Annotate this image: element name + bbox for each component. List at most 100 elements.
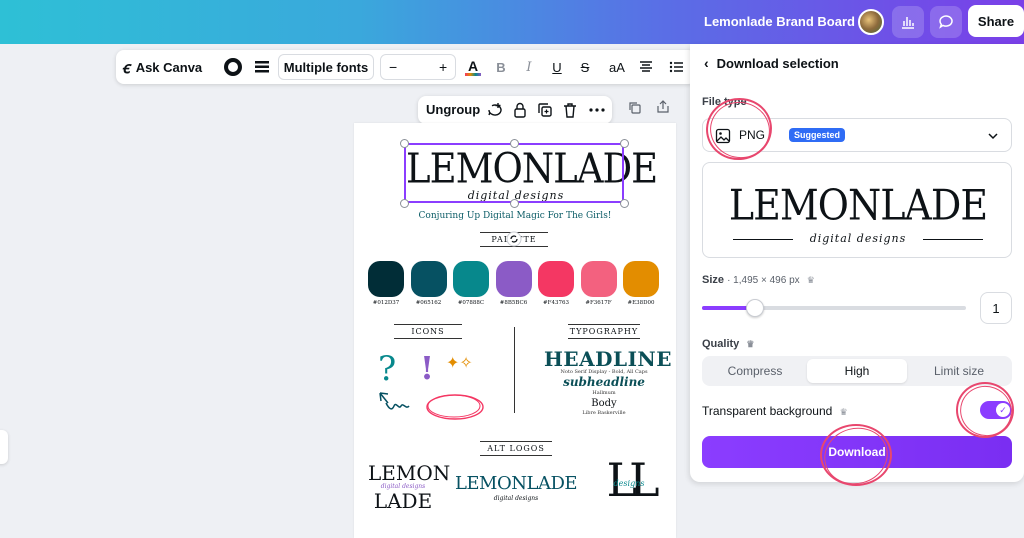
subheadline-font-name: Hallmum bbox=[592, 390, 616, 396]
resize-handle[interactable] bbox=[510, 199, 519, 208]
quality-compress[interactable]: Compress bbox=[705, 359, 805, 383]
alt-logo-lemon: LEMON bbox=[368, 461, 451, 485]
palette-hex: #07888C bbox=[457, 300, 485, 306]
size-label: Size bbox=[702, 274, 725, 286]
rotate-icon[interactable] bbox=[506, 231, 522, 247]
resize-handle[interactable] bbox=[400, 199, 409, 208]
crown-icon: ♛ bbox=[746, 339, 755, 349]
align-center-icon bbox=[640, 61, 652, 72]
ask-canva-button[interactable]: ꞓ Ask Canva bbox=[122, 50, 202, 84]
alt-logo-2-sub: digital designs bbox=[493, 495, 539, 502]
font-size-decrease[interactable]: − bbox=[389, 59, 397, 75]
typography-headline: HEADLINE bbox=[544, 347, 672, 371]
panel-back-button[interactable]: ‹ Download selection bbox=[704, 55, 839, 71]
circle-scribble-icon bbox=[426, 394, 484, 420]
alt-logo-3-sub: designs bbox=[613, 479, 645, 488]
palette-hex: #E38D00 bbox=[627, 300, 655, 306]
italic-button[interactable]: I bbox=[518, 50, 540, 84]
quality-high[interactable]: High bbox=[807, 359, 907, 383]
question-mark-icon: ? bbox=[378, 349, 397, 389]
align-button[interactable] bbox=[634, 50, 658, 84]
divider bbox=[514, 327, 515, 413]
size-input[interactable]: 1 bbox=[980, 292, 1012, 324]
font-family-dropdown[interactable]: Multiple fonts bbox=[278, 54, 374, 80]
palette-hex: #065162 bbox=[415, 300, 442, 306]
letter-case-button[interactable]: aA bbox=[604, 50, 630, 84]
download-preview: LEMONLADE digital designs bbox=[702, 162, 1012, 258]
preview-sub: digital designs bbox=[809, 232, 907, 245]
color-bar bbox=[465, 72, 481, 76]
insights-icon bbox=[902, 17, 914, 29]
list-button[interactable] bbox=[664, 50, 688, 84]
strikethrough-button[interactable]: S bbox=[574, 50, 596, 84]
insights-button[interactable] bbox=[892, 6, 924, 38]
chevron-left-icon: ‹ bbox=[704, 55, 709, 71]
text-color-button[interactable]: A bbox=[462, 50, 484, 84]
quality-label-row: Quality ♛ bbox=[702, 338, 754, 350]
typography-body: Body bbox=[591, 398, 617, 409]
font-size-stepper[interactable]: − + bbox=[380, 54, 456, 80]
exclamation-icon: ! bbox=[420, 349, 435, 387]
panel-title: Download selection bbox=[716, 55, 839, 71]
avatar[interactable] bbox=[858, 9, 884, 35]
transparent-row: Transparent background ♛ bbox=[702, 404, 848, 418]
ask-canva-label: Ask Canva bbox=[135, 59, 203, 75]
palette-swatch bbox=[368, 261, 404, 297]
comment-add-icon[interactable] bbox=[486, 101, 504, 119]
palette-hex: #012D37 bbox=[372, 300, 400, 306]
alt-logos-header: ALT LOGOS bbox=[480, 441, 552, 456]
comment-icon bbox=[939, 15, 953, 29]
typography-header: TYPOGRAPHY bbox=[568, 324, 640, 339]
sparkles-icon: ✦✧ bbox=[446, 355, 473, 372]
stroke-circle-icon bbox=[224, 58, 242, 76]
underline-button[interactable]: U bbox=[546, 50, 568, 84]
size-slider-thumb[interactable] bbox=[745, 299, 764, 317]
palette-swatch bbox=[623, 261, 659, 297]
comment-button[interactable] bbox=[930, 6, 962, 38]
palette-swatch bbox=[538, 261, 574, 297]
resize-handle[interactable] bbox=[400, 139, 409, 148]
resize-handle[interactable] bbox=[620, 199, 629, 208]
resize-handle[interactable] bbox=[510, 139, 519, 148]
element-toolbar: Ungroup bbox=[418, 96, 612, 124]
brand-tagline: Conjuring Up Digital Magic For The Girls… bbox=[418, 211, 612, 221]
text-color-stroke-button[interactable] bbox=[220, 50, 246, 84]
trash-icon[interactable] bbox=[561, 101, 579, 119]
design-page[interactable]: LEMONLADE digital designs Conjuring Up D… bbox=[354, 123, 676, 538]
crown-icon: ♛ bbox=[806, 275, 815, 285]
duplicate-icon[interactable] bbox=[536, 101, 554, 119]
text-toolbar: ꞓ Ask Canva Multiple fonts − + A B I U S… bbox=[116, 50, 696, 84]
palette-swatch bbox=[453, 261, 489, 297]
font-size-increase[interactable]: + bbox=[439, 59, 447, 75]
board-title[interactable]: Lemonlade Brand Board bbox=[704, 14, 855, 29]
lock-icon[interactable] bbox=[511, 101, 529, 119]
palette-swatch bbox=[580, 261, 617, 297]
more-options-icon[interactable] bbox=[588, 101, 606, 119]
share-button[interactable]: Share bbox=[968, 5, 1024, 37]
curly-arrow-icon bbox=[379, 392, 410, 410]
alt-logo-lemonlade: LEMONLADE bbox=[454, 473, 578, 494]
chevron-down-icon bbox=[988, 133, 998, 140]
bold-button[interactable]: B bbox=[490, 50, 512, 84]
line-weight-icon bbox=[255, 61, 269, 73]
ungroup-button[interactable]: Ungroup bbox=[426, 102, 480, 117]
quality-limit-size[interactable]: Limit size bbox=[909, 359, 1009, 383]
transparent-label: Transparent background bbox=[702, 404, 833, 418]
spacing-button[interactable] bbox=[250, 50, 274, 84]
quality-label: Quality bbox=[702, 338, 740, 350]
side-panel-handle[interactable] bbox=[0, 430, 8, 464]
size-slider[interactable] bbox=[702, 299, 966, 317]
body-font-name: Libre Baskerville bbox=[582, 410, 626, 416]
palette-swatch bbox=[410, 261, 447, 297]
share-page-icon[interactable] bbox=[656, 100, 670, 114]
palette-hex: #8B5BC6 bbox=[499, 300, 528, 306]
selection-box bbox=[404, 143, 624, 203]
resize-handle[interactable] bbox=[620, 139, 629, 148]
palette-hex: #F43763 bbox=[543, 300, 569, 306]
quality-selector: Compress High Limit size bbox=[702, 356, 1012, 386]
palette-hex: #F3617F bbox=[585, 300, 612, 306]
size-line: Size · 1,495 × 496 px ♛ bbox=[702, 274, 815, 286]
copy-page-icon[interactable] bbox=[628, 101, 642, 115]
icons-header: ICONS bbox=[394, 324, 462, 339]
alt-logo-lade: LADE bbox=[373, 489, 433, 513]
